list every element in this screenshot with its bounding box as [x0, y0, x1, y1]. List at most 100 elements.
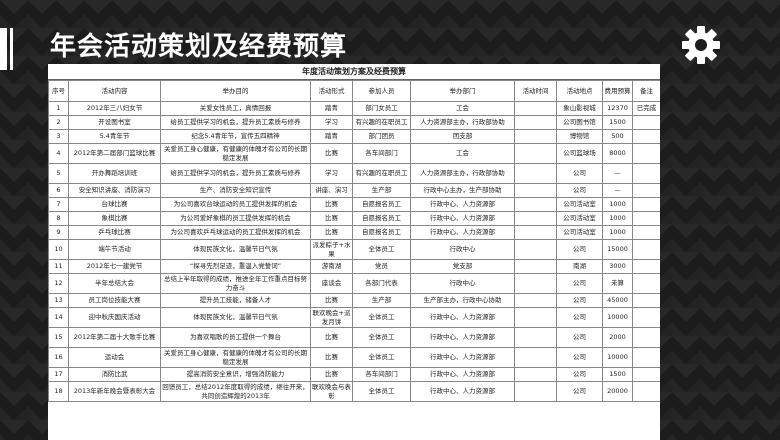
table-cell[interactable]: 学习 — [310, 115, 353, 130]
table-cell[interactable]: 12370 — [602, 101, 633, 116]
table-cell[interactable] — [514, 115, 557, 130]
table-row[interactable]: 8 象棋比赛 为公司爱好象棋的员工提供发挥的机会 比赛 自愿报名员工 行政中心、人力资源部… — [48, 211, 660, 226]
table-cell[interactable]: 关爱女性员工，真情回报 — [160, 101, 311, 116]
table-cell[interactable]: 2012年第二届部门篮球比赛 — [68, 143, 161, 164]
table-cell[interactable]: 自愿报名员工 — [352, 197, 411, 212]
table-row[interactable]: 7 台球比赛 为公司喜欢台球运动的员工提供发挥的机会 比赛 自愿报名员工 行政中心、人力资… — [48, 197, 660, 212]
table-cell[interactable] — [514, 197, 557, 212]
table-cell[interactable]: 生产部 — [352, 183, 411, 198]
table-cell[interactable] — [514, 163, 557, 184]
table-cell[interactable]: 行政中心 — [410, 239, 515, 260]
table-cell[interactable]: 行政中心、人力资源部 — [410, 211, 515, 226]
table-cell[interactable]: 联欢晚会+派发月饼 — [310, 307, 353, 328]
table-cell[interactable]: 行政中心 — [410, 273, 515, 294]
table-cell[interactable]: 8 — [48, 211, 69, 226]
table-cell[interactable]: 比赛 — [310, 211, 353, 226]
table-cell[interactable] — [632, 115, 660, 130]
table-cell[interactable]: 员工岗位技能大赛 — [68, 293, 161, 308]
table-cell[interactable]: 象山影视城 — [556, 101, 603, 116]
table-cell[interactable]: 比赛 — [310, 197, 353, 212]
table-cell[interactable]: 2013年新年晚会暨表彰大会 — [68, 381, 161, 402]
table-cell[interactable]: 2012年三八妇女节 — [68, 101, 161, 116]
table-cell[interactable]: 总结上半年取得的成绩，推进全年工作重点目标努力奋斗 — [160, 273, 311, 294]
table-cell[interactable]: — — [602, 183, 633, 198]
table-cell[interactable]: “探寻先烈足迹，重温入党誓词” — [160, 259, 311, 274]
table-cell[interactable]: 行政中心、人力资源部 — [410, 347, 515, 368]
table-cell[interactable]: 1 — [48, 101, 69, 116]
table-cell[interactable]: 全体员工 — [352, 381, 411, 402]
table-cell[interactable]: 500 — [602, 129, 633, 144]
table-cell[interactable]: 10 — [48, 239, 69, 260]
table-cell[interactable] — [514, 381, 557, 402]
table-cell[interactable]: 工会 — [410, 101, 515, 116]
table-cell[interactable]: 博物馆 — [556, 129, 603, 144]
table-cell[interactable]: 生产部 — [352, 293, 411, 308]
table-cell[interactable] — [632, 307, 660, 328]
table-cell[interactable]: 1500 — [602, 115, 633, 130]
table-cell[interactable]: 1000 — [602, 225, 633, 240]
table-cell[interactable]: 学习 — [310, 163, 353, 184]
table-cell[interactable] — [514, 129, 557, 144]
table-cell[interactable] — [632, 367, 660, 382]
table-cell[interactable]: 2012年第二届十大歌手比赛 — [68, 327, 161, 348]
table-row[interactable]: 10 端午节活动 体现民族文化，温馨节日气氛 派发粽子+水果 全体员工 行政中心 公司 150… — [48, 239, 660, 260]
table-cell[interactable]: 游南湖 — [310, 259, 353, 274]
table-cell[interactable]: 1000 — [602, 211, 633, 226]
table-cell[interactable]: 给员工提供学习的机会，提升员工素质与修养 — [160, 115, 311, 130]
table-cell[interactable] — [514, 101, 557, 116]
column-header[interactable]: 序号 — [48, 80, 69, 102]
table-cell[interactable] — [632, 239, 660, 260]
table-cell[interactable] — [632, 197, 660, 212]
table-cell[interactable]: 12 — [48, 273, 69, 294]
table-cell[interactable] — [514, 327, 557, 348]
column-header[interactable]: 活动内容 — [68, 80, 161, 102]
table-cell[interactable]: 派发粽子+水果 — [310, 239, 353, 260]
table-cell[interactable] — [514, 307, 557, 328]
table-row[interactable]: 4 2012年第二届部门篮球比赛 关爱员工身心健康，有健康的体魄才有公司的长期稳定发… — [48, 143, 660, 164]
table-cell[interactable]: 16 — [48, 347, 69, 368]
table-cell[interactable]: 20000 — [602, 381, 633, 402]
table-cell[interactable]: 2012年七一建党节 — [68, 259, 161, 274]
table-cell[interactable]: 全体员工 — [352, 347, 411, 368]
table-cell[interactable]: 纪念5.4青年节，宣传五四精神 — [160, 129, 311, 144]
table-row[interactable]: 1 2012年三八妇女节 关爱女性员工，真情回报 踏青 部门女员工 工会 象山影视城 1237… — [48, 101, 660, 116]
table-cell[interactable] — [632, 225, 660, 240]
table-row[interactable]: 11 2012年七一建党节 “探寻先烈足迹，重温入党誓词” 游南湖 党员 党支部 南湖 300… — [48, 259, 660, 274]
table-cell[interactable]: 开办舞蹈培训班 — [68, 163, 161, 184]
table-cell[interactable]: 为喜欢唱歌的员工提供一个舞台 — [160, 327, 311, 348]
table-cell[interactable]: 生产部主办，行政中心协助 — [410, 293, 515, 308]
table-row[interactable]: 13 员工岗位技能大赛 提升员工技能，储备人才 比赛 生产部 生产部主办，行政中心协助 公司… — [48, 293, 660, 308]
table-cell[interactable] — [514, 347, 557, 368]
table-cell[interactable]: 关爱员工身心健康，有健康的体魄才有公司的长期稳定发展 — [160, 143, 311, 164]
table-cell[interactable]: 工会 — [410, 143, 515, 164]
table-cell[interactable]: 比赛 — [310, 293, 353, 308]
table-cell[interactable]: 全体员工 — [352, 307, 411, 328]
table-row[interactable]: 5 开办舞蹈培训班 给员工提供学习的机会，提升员工素质与修养 学习 有兴趣的在职员工 人力… — [48, 163, 660, 184]
table-cell[interactable]: 各部门代表 — [352, 273, 411, 294]
table-cell[interactable]: 公司图书馆 — [556, 115, 603, 130]
table-cell[interactable]: 17 — [48, 367, 69, 382]
table-cell[interactable] — [632, 183, 660, 198]
table-cell[interactable]: 3000 — [602, 259, 633, 274]
table-cell[interactable]: 象棋比赛 — [68, 211, 161, 226]
column-header[interactable]: 备注 — [632, 80, 660, 102]
table-cell[interactable]: 运动会 — [68, 347, 161, 368]
table-cell[interactable]: — — [602, 163, 633, 184]
table-cell[interactable]: 8000 — [602, 143, 633, 164]
table-cell[interactable]: 为公司喜欢乒乓球运动的员工提供发挥的机会 — [160, 225, 311, 240]
table-cell[interactable]: 10000 — [602, 347, 633, 368]
table-cell[interactable]: 体现民族文化，温馨节日气氛 — [160, 239, 311, 260]
table-cell[interactable]: 座谈会 — [310, 273, 353, 294]
table-cell[interactable]: 党支部 — [410, 259, 515, 274]
table-cell[interactable]: 台球比赛 — [68, 197, 161, 212]
table-cell[interactable] — [514, 183, 557, 198]
table-cell[interactable]: 联欢晚会与表彰 — [310, 381, 353, 402]
table-cell[interactable]: 行政中心、人力资源部 — [410, 367, 515, 382]
column-header[interactable]: 活动地点 — [556, 80, 603, 102]
table-cell[interactable]: 3 — [48, 129, 69, 144]
table-cell[interactable]: 14 — [48, 307, 69, 328]
table-cell[interactable]: 公司 — [556, 239, 603, 260]
table-cell[interactable]: 比赛 — [310, 367, 353, 382]
table-cell[interactable]: 公司 — [556, 293, 603, 308]
table-row[interactable]: 17 消防比武 提高消防安全意识，增强消防能力 比赛 各车间部门 行政中心、人力资源部 公司… — [48, 367, 660, 382]
